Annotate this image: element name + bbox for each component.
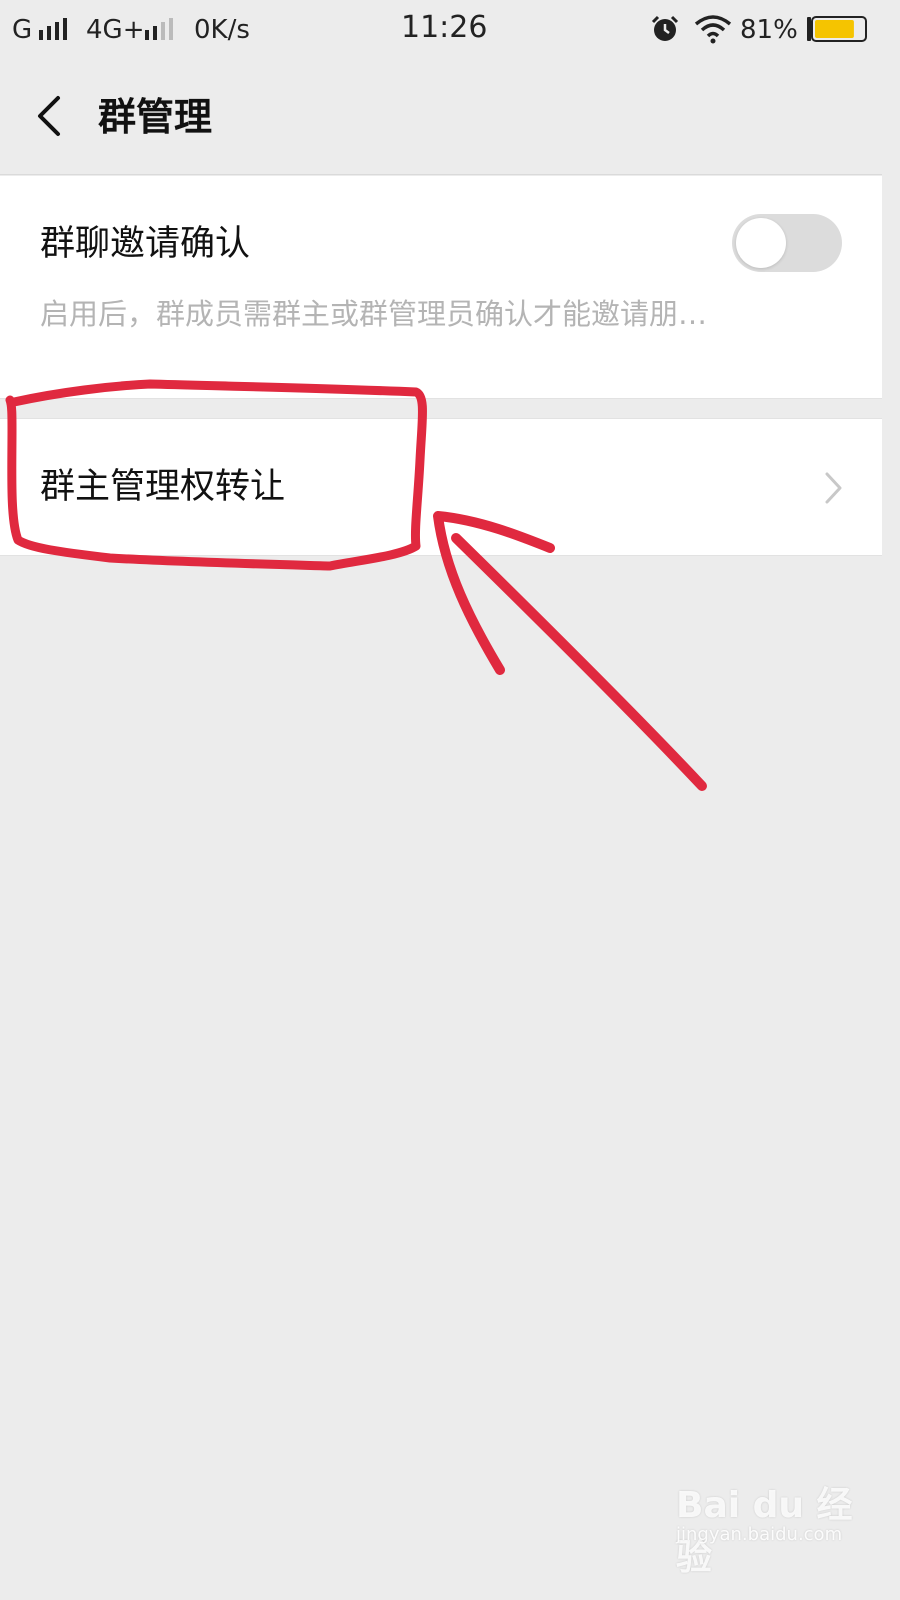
signal-icon xyxy=(39,18,67,40)
alarm-icon xyxy=(651,15,679,41)
clock: 11:26 xyxy=(401,10,488,45)
signal-icon xyxy=(145,18,173,40)
chevron-left-icon[interactable] xyxy=(22,88,78,144)
baidu-jingyan-watermark: Bai du 经验 jingyan.baidu.com xyxy=(676,1476,866,1578)
chevron-right-icon xyxy=(825,472,842,504)
status-bar: G 4G+ 0K/s 11:26 81% xyxy=(0,0,882,60)
battery-percent: 81% xyxy=(740,15,798,45)
invite-confirm-toggle[interactable] xyxy=(732,214,842,272)
invite-confirm-setting: 群聊邀请确认 启用后，群成员需群主或群管理员确认才能邀请朋… xyxy=(0,176,882,399)
transfer-owner-row[interactable]: 群主管理权转让 xyxy=(0,418,882,556)
transfer-owner-label: 群主管理权转让 xyxy=(40,467,286,507)
network-type-1: G xyxy=(12,15,33,45)
network-type-2: 4G+ xyxy=(86,15,145,45)
invite-confirm-label: 群聊邀请确认 xyxy=(40,224,251,264)
invite-confirm-description: 启用后，群成员需群主或群管理员确认才能邀请朋… xyxy=(40,297,708,331)
title-bar: 群管理 xyxy=(0,60,882,175)
toggle-knob xyxy=(736,218,786,268)
watermark-url: jingyan.baidu.com xyxy=(676,1524,843,1545)
page-title: 群管理 xyxy=(98,95,213,139)
network-speed: 0K/s xyxy=(194,15,250,45)
battery-icon xyxy=(807,16,867,42)
wifi-icon xyxy=(694,15,732,44)
annotation-arrow xyxy=(451,533,707,791)
